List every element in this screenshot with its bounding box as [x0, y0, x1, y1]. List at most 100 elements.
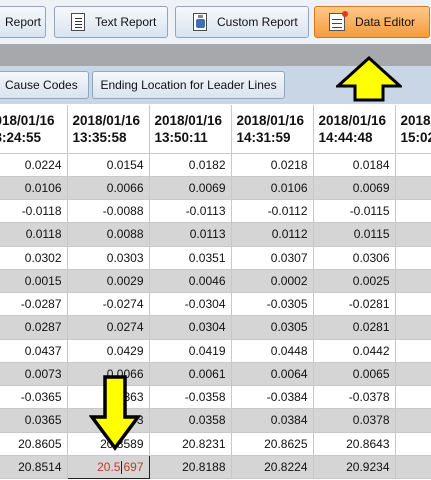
table-cell[interactable]: 20.8224	[231, 455, 314, 480]
table-cell[interactable]: 0.0274	[67, 315, 150, 340]
table-cell[interactable]: 0.0184	[313, 153, 396, 177]
editing-cell[interactable]: 20.5 697	[66, 454, 150, 480]
table-cell[interactable]: 0.0015	[0, 269, 68, 294]
table-cell[interactable]: -0.0365	[0, 385, 68, 410]
table-cell[interactable]: 0.0307	[231, 246, 314, 270]
column-header[interactable]: 2018/01/16 13:50:11	[149, 105, 232, 154]
table-cell[interactable]	[395, 408, 431, 433]
table-cell[interactable]: -0.0088	[67, 199, 150, 224]
table-cell[interactable]	[395, 246, 431, 270]
report-toolbar: Report Text Report Custom Report Data Ed…	[0, 0, 431, 44]
table-cell[interactable]: 0.0281	[313, 315, 396, 340]
table-cell[interactable]: -0.0287	[0, 292, 68, 317]
text-report-button[interactable]: Text Report	[54, 6, 168, 38]
ending-location-leader-lines-button[interactable]: Ending Location for Leader Lines	[92, 71, 285, 99]
table-cell[interactable]: -0.0274	[67, 292, 150, 317]
table-cell[interactable]	[395, 432, 431, 456]
table-cell[interactable]: -0.0118	[0, 199, 68, 224]
table-cell[interactable]: 0.0304	[149, 315, 232, 340]
table-cell[interactable]	[395, 292, 431, 317]
editing-cell-text-before: 20.5	[97, 459, 121, 474]
table-cell[interactable]: 0.0384	[231, 408, 314, 433]
table-cell[interactable]: 0.0061	[149, 362, 232, 387]
table-cell[interactable]: 0.0378	[313, 408, 396, 433]
table-cell[interactable]: 0.0073	[0, 362, 68, 387]
table-cell[interactable]: 0.0113	[149, 222, 232, 247]
table-cell[interactable]: 20.8605	[0, 432, 68, 456]
table-cell[interactable]: 0.0118	[0, 222, 68, 247]
table-cell[interactable]: 20.8188	[149, 455, 232, 480]
column-header[interactable]: 2018/01/16 13:35:58	[67, 105, 150, 154]
text-report-button-label: Text Report	[95, 15, 157, 29]
data-editor-button[interactable]: Data Editor	[314, 6, 430, 38]
table-cell[interactable]	[395, 455, 431, 480]
column-header[interactable]: 2018/01/16 14:31:59	[231, 105, 314, 154]
table-cell[interactable]: 0.0305	[231, 315, 314, 340]
custom-report-icon	[193, 13, 207, 31]
table-cell[interactable]	[395, 385, 431, 410]
table-cell[interactable]: 20.8231	[149, 432, 232, 456]
table-cell[interactable]: 0.0351	[149, 246, 232, 270]
table-row: -0.0287 -0.0274 -0.0304 -0.0305 -0.0281	[0, 292, 431, 317]
table-cell[interactable]	[395, 269, 431, 294]
table-cell[interactable]: 0.0303	[67, 246, 150, 270]
table-cell[interactable]: -0.0378	[313, 385, 396, 410]
table-cell[interactable]	[395, 315, 431, 340]
table-cell[interactable]: -0.0304	[149, 292, 232, 317]
table-cell[interactable]: 0.0065	[313, 362, 396, 387]
table-cell[interactable]: 0.0112	[231, 222, 314, 247]
table-cell[interactable]: 20.8643	[313, 432, 396, 456]
table-cell[interactable]: 0.0069	[313, 176, 396, 201]
custom-report-button[interactable]: Custom Report	[175, 6, 309, 38]
table-cell[interactable]: 0.0106	[231, 176, 314, 201]
table-cell[interactable]: 0.0154	[67, 153, 150, 177]
table-cell[interactable]: 0.0306	[313, 246, 396, 270]
table-row: 0.0437 0.0429 0.0419 0.0448 0.0442	[0, 339, 431, 363]
table-cell[interactable]: 0.0115	[313, 222, 396, 247]
table-cell[interactable]: 0.0002	[231, 269, 314, 294]
table-cell[interactable]: 0.0224	[0, 153, 68, 177]
table-cell[interactable]: 0.0025	[313, 269, 396, 294]
table-row: 0.0118 0.0088 0.0113 0.0112 0.0115	[0, 222, 431, 247]
table-cell[interactable]	[395, 339, 431, 363]
column-header[interactable]: 2018/01/16 15:02	[395, 105, 431, 154]
table-cell[interactable]: 0.0442	[313, 339, 396, 363]
report-button[interactable]: Report	[0, 6, 46, 38]
table-cell[interactable]: 20.8514	[0, 455, 68, 480]
table-cell[interactable]	[395, 362, 431, 387]
table-cell[interactable]: 0.0419	[149, 339, 232, 363]
column-header[interactable]: 2018/01/16 14:44:48	[313, 105, 396, 154]
table-cell[interactable]: -0.0384	[231, 385, 314, 410]
column-header[interactable]: 2018/01/16 13:24:55	[0, 105, 68, 154]
table-cell[interactable]: -0.0358	[149, 385, 232, 410]
cause-codes-button[interactable]: Cause Codes	[0, 71, 89, 99]
table-cell[interactable]: 0.0437	[0, 339, 68, 363]
table-cell[interactable]: 0.0046	[149, 269, 232, 294]
table-cell[interactable]: 0.0064	[231, 362, 314, 387]
table-cell[interactable]: 0.0448	[231, 339, 314, 363]
table-cell[interactable]: 0.0106	[0, 176, 68, 201]
table-cell[interactable]: -0.0115	[313, 199, 396, 224]
table-cell[interactable]: -0.0281	[313, 292, 396, 317]
table-cell[interactable]	[395, 199, 431, 224]
table-cell[interactable]: -0.0305	[231, 292, 314, 317]
table-cell[interactable]: 0.0218	[231, 153, 314, 177]
table-cell[interactable]: 0.0358	[149, 408, 232, 433]
table-cell[interactable]: 0.0365	[0, 408, 68, 433]
table-cell[interactable]: 0.0302	[0, 246, 68, 270]
table-cell[interactable]: -0.0113	[149, 199, 232, 224]
table-cell[interactable]	[395, 222, 431, 247]
table-row: 0.0073 0.0066 0.0061 0.0064 0.0065	[0, 362, 431, 387]
table-cell[interactable]	[395, 176, 431, 201]
table-cell[interactable]: 0.0066	[67, 176, 150, 201]
table-cell[interactable]: -0.0112	[231, 199, 314, 224]
table-cell[interactable]: 0.0069	[149, 176, 232, 201]
table-cell[interactable]	[395, 153, 431, 177]
table-cell[interactable]: 20.8625	[231, 432, 314, 456]
table-cell[interactable]: 0.0429	[67, 339, 150, 363]
table-cell[interactable]: 20.9234	[313, 455, 396, 480]
table-cell[interactable]: 0.0029	[67, 269, 150, 294]
table-cell[interactable]: 0.0287	[0, 315, 68, 340]
table-cell[interactable]: 0.0182	[149, 153, 232, 177]
table-cell[interactable]: 0.0088	[67, 222, 150, 247]
